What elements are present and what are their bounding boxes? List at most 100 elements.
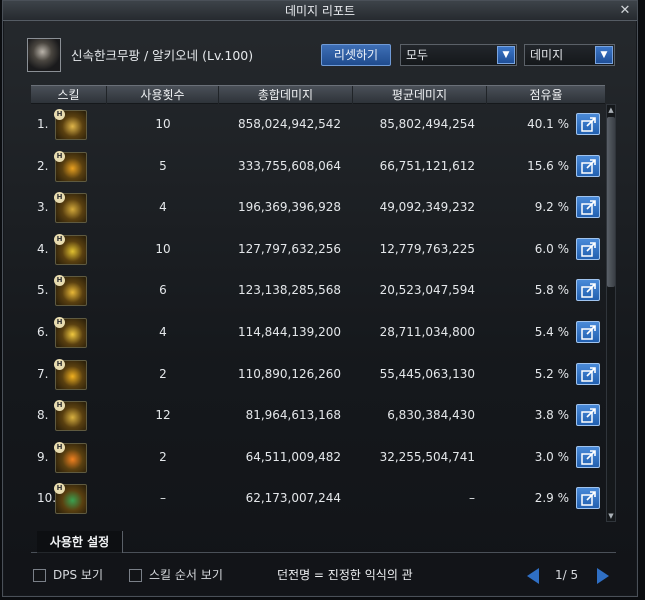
skill-order-label: 스킬 순서 보기 (149, 568, 223, 582)
reset-button[interactable]: 리셋하기 (321, 44, 391, 66)
hotkey-badge-icon: H (54, 233, 65, 245)
table-row[interactable]: 5. H 6 123,138,285,568 20,523,047,594 5.8 % (31, 270, 605, 312)
scroll-up-icon[interactable]: ▲ (607, 105, 615, 115)
table-row[interactable]: 7. H 2 110,890,126,260 55,445,063,130 5.2 % (31, 354, 605, 396)
column-header-total-damage[interactable]: 총합데미지 (219, 86, 353, 104)
skill-5-icon[interactable]: H (54, 275, 87, 307)
page-indicator: 1/ 5 (555, 568, 579, 582)
row-rank: 1. (37, 117, 49, 131)
row-uses: 4 (159, 200, 167, 215)
column-header-share[interactable]: 점유율 (487, 86, 605, 104)
table-row[interactable]: 9. H 2 64,511,009,482 32,255,504,741 3.0 % (31, 437, 605, 479)
row-rank: 9. (37, 449, 49, 464)
skill-4-icon[interactable]: H (54, 233, 87, 265)
row-total-damage: 81,964,613,168 (245, 408, 341, 423)
skill-7-icon[interactable]: H (54, 358, 87, 390)
table-row[interactable]: 6. H 4 114,844,139,200 28,711,034,800 5.4 % (31, 312, 605, 354)
chevron-down-icon: ▼ (497, 46, 515, 64)
table-row[interactable]: 8. H 12 81,964,613,168 6,830,384,430 3.8 % (31, 395, 605, 437)
export-icon[interactable] (576, 404, 600, 427)
row-rank: 7. (37, 366, 49, 381)
dungeon-name: 던전명 = 진정한 익식의 관 (277, 568, 413, 582)
skill-2-icon[interactable]: H (54, 150, 87, 182)
column-header-average-damage[interactable]: 평균데미지 (353, 86, 487, 104)
export-icon[interactable] (576, 113, 600, 135)
row-share: 5.2 % (534, 366, 569, 381)
skill-8-icon[interactable]: H (54, 400, 87, 432)
window-title: 데미지 리포트 (284, 4, 356, 18)
footer: DPS 보기 스킬 순서 보기 던전명 = 진정한 익식의 관 1/ 5 (3, 561, 637, 591)
table-row[interactable]: 10. H –62,173,007,244–2.9 % (31, 478, 605, 520)
table-header: 스킬 사용횟수 총합데미지 평균데미지 점유율 (31, 85, 605, 104)
row-average-damage: 20,523,047,594 (379, 283, 475, 298)
hotkey-badge-icon: H (54, 275, 65, 287)
row-average-damage: 28,711,034,800 (379, 324, 475, 339)
column-header-uses[interactable]: 사용횟수 (107, 86, 219, 104)
prev-page-icon[interactable] (527, 568, 539, 584)
sort-dropdown[interactable]: 데미지 ▼ (524, 44, 615, 66)
title-bar: 데미지 리포트 ✕ (3, 1, 637, 21)
table-row[interactable]: 3. H 4 196,369,396,928 49,092,349,232 9.2 % (31, 187, 605, 229)
row-uses: 2 (159, 449, 167, 464)
scroll-thumb[interactable] (607, 117, 615, 287)
table-row[interactable]: 2. H 5 333,755,608,064 66,751,121,612 15.6 % (31, 146, 605, 188)
row-uses: 2 (159, 366, 167, 381)
export-icon[interactable] (576, 279, 600, 302)
scroll-down-icon[interactable]: ▼ (607, 511, 615, 521)
row-average-damage: 32,255,504,741 (379, 449, 475, 464)
row-average-damage: 66,751,121,612 (379, 158, 475, 173)
row-share: 5.4 % (534, 324, 569, 339)
export-icon[interactable] (576, 445, 600, 468)
skill-order-checkbox[interactable] (129, 569, 142, 582)
chevron-down-icon: ▼ (595, 46, 613, 64)
skill-3-icon[interactable]: H (54, 192, 87, 224)
row-uses: 5 (159, 158, 167, 173)
table-body: 1. H 10 858,024,942,542 85,802,494,254 40.1 %… (31, 104, 605, 520)
table-row[interactable]: 4. H 10 127,797,632,256 12,779,763,225 6.0 % (31, 229, 605, 271)
row-share: 15.6 % (527, 158, 569, 173)
row-average-damage: – (469, 491, 475, 506)
filter-dropdown[interactable]: 모두 ▼ (400, 44, 517, 66)
row-share: 2.9 % (534, 491, 569, 506)
export-icon[interactable] (576, 487, 600, 510)
export-icon[interactable] (576, 362, 600, 385)
tab-used-settings[interactable]: 사용한 설정 (37, 531, 123, 553)
damage-report-window: 데미지 리포트 ✕ 신속한크무팡 / 알키오네 (Lv.100) 리셋하기 모두… (2, 0, 638, 597)
row-uses: 12 (155, 408, 171, 423)
skill-10-icon[interactable]: H (54, 483, 87, 515)
next-page-icon[interactable] (597, 568, 609, 584)
skill-6-icon[interactable]: H (54, 316, 87, 348)
skill-1-icon[interactable]: H (54, 109, 87, 140)
sort-value: 데미지 (530, 48, 564, 62)
row-total-damage: 196,369,396,928 (237, 200, 341, 215)
row-uses: 10 (155, 117, 171, 131)
row-total-damage: 114,844,139,200 (237, 324, 341, 339)
export-icon[interactable] (576, 237, 600, 260)
row-uses: 10 (155, 241, 171, 256)
skill-9-icon[interactable]: H (54, 441, 87, 473)
export-icon[interactable] (576, 154, 600, 177)
export-icon[interactable] (576, 196, 600, 219)
skill-damage-table: 스킬 사용횟수 총합데미지 평균데미지 점유율 1. H 10 858,024,942… (31, 85, 605, 527)
hotkey-badge-icon: H (54, 316, 65, 328)
row-total-damage: 62,173,007,244 (245, 491, 341, 506)
row-average-damage: 55,445,063,130 (379, 366, 475, 381)
row-share: 5.8 % (534, 283, 569, 298)
dps-view-checkbox[interactable] (33, 569, 46, 582)
row-share: 40.1 % (527, 117, 569, 131)
row-share: 3.8 % (534, 408, 569, 423)
hotkey-badge-icon: H (54, 441, 65, 453)
column-header-skill[interactable]: 스킬 (31, 86, 107, 104)
export-icon[interactable] (576, 320, 600, 343)
row-share: 9.2 % (534, 200, 569, 215)
row-rank: 4. (37, 241, 49, 256)
row-total-damage: 858,024,942,542 (237, 117, 341, 131)
row-share: 6.0 % (534, 241, 569, 256)
row-total-damage: 127,797,632,256 (237, 241, 341, 256)
table-row[interactable]: 1. H 10 858,024,942,542 85,802,494,254 40.1 % (31, 104, 605, 146)
hotkey-badge-icon: H (54, 109, 65, 120)
close-button[interactable]: ✕ (617, 3, 633, 19)
row-average-damage: 12,779,763,225 (379, 241, 475, 256)
scrollbar[interactable]: ▲ ▼ (606, 104, 616, 522)
row-average-damage: 85,802,494,254 (379, 117, 475, 131)
